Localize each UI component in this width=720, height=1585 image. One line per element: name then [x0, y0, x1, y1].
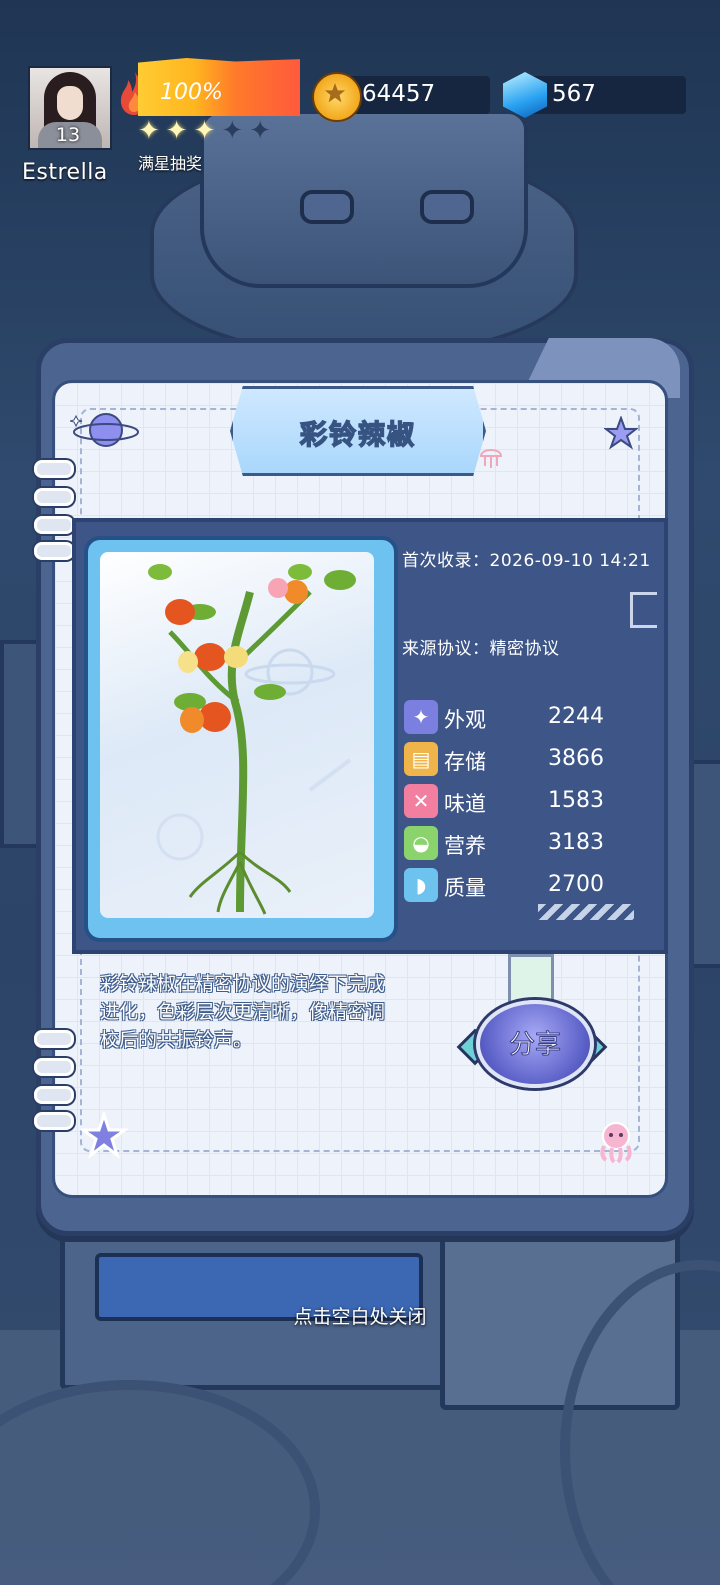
- jellyfish-icon: [479, 449, 503, 468]
- stat-value: 2244: [548, 704, 604, 729]
- fork-knife-icon: ✕: [404, 784, 438, 818]
- stat-value: 1583: [548, 788, 604, 813]
- octopus-sticker-icon: [600, 1122, 632, 1164]
- bg-slot: [420, 190, 474, 224]
- band-bracket-deco: [630, 592, 657, 628]
- star-icon: ✦: [138, 116, 160, 146]
- planet-sticker-icon: [70, 413, 139, 447]
- stat-label: 质量: [444, 876, 486, 900]
- binder-ring: [34, 542, 74, 560]
- leaf-bowl-icon: ◒: [404, 826, 438, 860]
- stat-row-storage: ▤ 存储 3866: [404, 742, 624, 778]
- stat-row-nutrition: ◒ 营养 3183: [404, 826, 624, 862]
- first-record-date: 首次收录：2026-09-10 14:21: [402, 551, 651, 571]
- stat-label: 味道: [444, 792, 486, 816]
- player-level: 13: [55, 124, 81, 146]
- star-sticker-icon: [80, 1112, 128, 1160]
- card-title: 彩铃辣椒: [299, 419, 416, 452]
- plant-description: 彩铃辣椒在精密协议的演绎下完成进化，色彩层次更清晰，像精密调校后的共振铃声。: [100, 973, 386, 1051]
- plant-photo: [100, 552, 374, 918]
- close-hint[interactable]: 点击空白处关闭: [0, 1302, 720, 1329]
- energy-bar: 100%: [138, 58, 300, 116]
- share-label: 分享: [508, 1030, 561, 1061]
- band-stripes-deco: [538, 904, 634, 920]
- stat-row-taste: ✕ 味道 1583: [404, 784, 624, 820]
- stat-row-quality: ◗ 质量 2700: [404, 868, 624, 904]
- gold-value: 64457: [362, 81, 436, 107]
- gem-value: 567: [552, 81, 596, 107]
- binder-ring: [34, 1086, 74, 1104]
- source-protocol: 来源协议：精密协议: [402, 639, 560, 659]
- sparkle-icon: ✦: [404, 700, 438, 734]
- storage-box-icon: ▤: [404, 742, 438, 776]
- energy-percent: 100%: [160, 80, 223, 105]
- binder-ring: [34, 1058, 74, 1076]
- card-title-banner: 彩铃辣椒: [230, 386, 486, 476]
- muscle-icon: ◗: [404, 868, 438, 902]
- binder-ring: [34, 516, 74, 534]
- gold-counter[interactable]: 64457: [340, 76, 490, 114]
- star-icon: ✦: [249, 116, 271, 146]
- star-icon: ✦: [165, 116, 188, 146]
- bg-slot: [300, 190, 354, 224]
- binder-ring: [34, 1030, 74, 1048]
- stat-label: 营养: [444, 834, 486, 858]
- player-name: Estrella: [22, 160, 108, 185]
- binder-ring: [34, 488, 74, 506]
- binder-ring: [34, 460, 74, 478]
- stat-value: 3866: [548, 746, 604, 771]
- stat-value: 3183: [548, 830, 604, 855]
- full-star-lottery-button[interactable]: 满星抽奖: [138, 150, 202, 174]
- star-sticker-icon: [604, 416, 638, 450]
- bell-pepper-plant-icon: [148, 564, 356, 915]
- star-rating: ✦ ✦ ✦ ✦ ✦: [138, 117, 271, 145]
- gold-coin-icon: [312, 72, 362, 122]
- gem-counter[interactable]: 567: [530, 76, 686, 114]
- star-icon: ✦: [221, 116, 244, 146]
- star-icon: ✦: [193, 116, 216, 146]
- stat-row-appearance: ✦ 外观 2244: [404, 700, 624, 736]
- stat-label: 存储: [444, 750, 486, 774]
- stat-label: 外观: [444, 708, 486, 732]
- share-button[interactable]: 分享: [476, 1000, 594, 1088]
- avatar-face: [57, 86, 83, 120]
- binder-ring: [34, 1112, 74, 1130]
- stat-value: 2700: [548, 872, 604, 897]
